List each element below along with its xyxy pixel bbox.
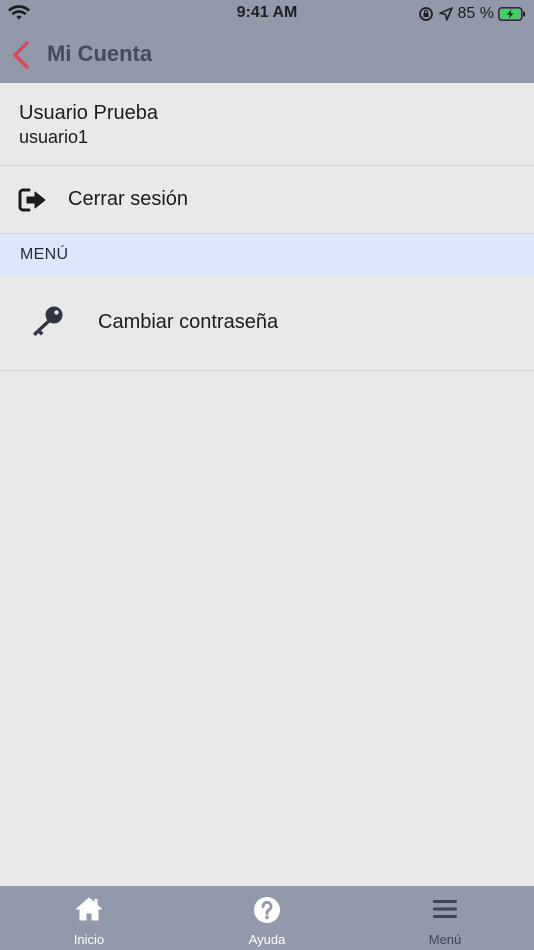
navigation-bar: Mi Cuenta [0,28,534,83]
user-info: Usuario Prueba usuario1 [0,83,534,166]
location-arrow-icon [438,7,453,21]
menu-icon [356,896,534,922]
tab-label-inicio: Inicio [73,932,105,947]
orientation-lock-icon [418,6,434,22]
chevron-left-icon [10,41,36,74]
menu-section-header: MENÚ [0,234,534,276]
tab-ayuda[interactable]: Ayuda [178,886,356,950]
page-title: Mi Cuenta [47,41,153,66]
user-name: Usuario Prueba [19,102,158,124]
app-header: 9:41 AM 85 % Mi Cuenta [0,0,534,83]
logout-label: Cerrar sesión [68,188,189,210]
menu-item-label: Cambiar contraseña [98,311,279,333]
tab-inicio[interactable]: Inicio [0,886,178,950]
sign-out-icon [18,188,46,217]
battery-percent: 85 % [457,5,494,22]
tab-label-ayuda: Ayuda [248,932,286,947]
menu-section-title: MENÚ [20,246,69,263]
key-icon [30,305,66,342]
logout-button[interactable]: Cerrar sesión [0,166,534,234]
status-indicators: 85 % [418,4,526,24]
battery-charging-icon [498,7,526,21]
home-icon [0,896,178,922]
tab-bar: Inicio Ayuda Menú [0,886,534,950]
back-button[interactable] [10,40,36,70]
tab-label-menu: Menú [428,932,462,947]
user-login: usuario1 [19,127,89,147]
menu-item-change-password[interactable]: Cambiar contraseña [0,276,534,371]
help-icon [178,896,356,924]
status-bar: 9:41 AM 85 % [0,0,534,28]
tab-menu[interactable]: Menú [356,886,534,950]
